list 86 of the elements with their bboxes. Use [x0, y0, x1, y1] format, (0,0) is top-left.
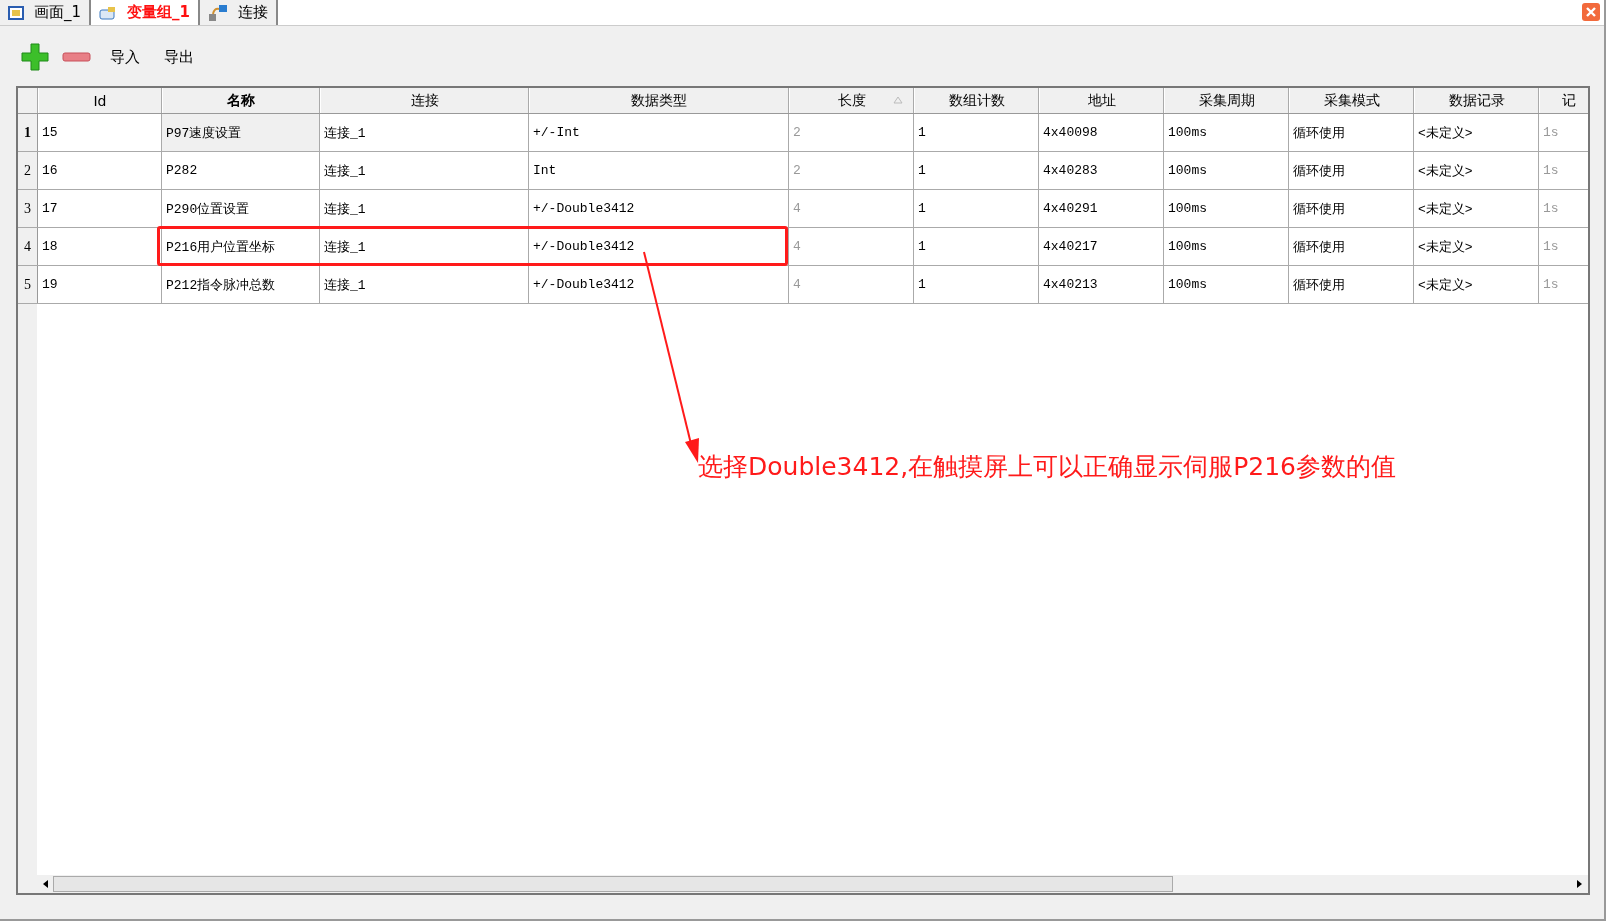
table-cell: 1s — [1539, 114, 1588, 151]
column-header[interactable]: 名称 — [162, 88, 320, 113]
row-number[interactable]: 3 — [18, 190, 38, 227]
table-cell: P97速度设置 — [162, 114, 320, 151]
horizontal-scrollbar[interactable] — [18, 875, 1588, 893]
table-cell: 4x40213 — [1039, 266, 1164, 303]
table-cell: 1 — [914, 190, 1039, 227]
close-button[interactable] — [1582, 3, 1600, 21]
table-cell: +/-Double3412 — [529, 228, 789, 265]
column-header[interactable]: Id — [38, 88, 162, 113]
column-header[interactable]: 连接 — [320, 88, 529, 113]
row-number[interactable]: 4 — [18, 228, 38, 265]
column-header[interactable]: 数据类型 — [529, 88, 789, 113]
table-cell: 100ms — [1164, 266, 1289, 303]
row-number[interactable]: 1 — [18, 114, 38, 151]
table-cell: 18 — [38, 228, 162, 265]
table-cell: 4x40283 — [1039, 152, 1164, 189]
table-cell: 循环使用 — [1289, 228, 1414, 265]
table-cell: 4x40291 — [1039, 190, 1164, 227]
table-cell: 16 — [38, 152, 162, 189]
table-cell: 循环使用 — [1289, 266, 1414, 303]
import-button[interactable]: 导入 — [104, 45, 146, 69]
column-header[interactable]: 地址 — [1039, 88, 1164, 113]
tab[interactable]: 连接 — [200, 0, 278, 25]
table-cell: 连接_1 — [320, 152, 529, 189]
table-cell: +/-Int — [529, 114, 789, 151]
table-cell: 1s — [1539, 190, 1588, 227]
table-cell: <未定义> — [1414, 190, 1539, 227]
plus-icon[interactable] — [20, 42, 50, 72]
folder-icon — [99, 5, 118, 20]
table-cell: 1s — [1539, 152, 1588, 189]
table-cell: 17 — [38, 190, 162, 227]
table-cell: 100ms — [1164, 152, 1289, 189]
table-cell: 1s — [1539, 228, 1588, 265]
sort-icon — [893, 96, 903, 104]
table-cell: 连接_1 — [320, 114, 529, 151]
table-cell: 100ms — [1164, 190, 1289, 227]
table-cell: 1 — [914, 228, 1039, 265]
close-icon — [1586, 7, 1596, 17]
table-cell: 循环使用 — [1289, 114, 1414, 151]
table-cell: 100ms — [1164, 228, 1289, 265]
table-cell: 连接_1 — [320, 190, 529, 227]
table-cell: <未定义> — [1414, 266, 1539, 303]
table-cell: 4 — [789, 228, 914, 265]
row-number[interactable]: 5 — [18, 266, 38, 303]
column-header[interactable]: 采集模式 — [1289, 88, 1414, 113]
table-cell: P282 — [162, 152, 320, 189]
table-cell: 4x40098 — [1039, 114, 1164, 151]
column-header[interactable]: 数据记录 — [1414, 88, 1539, 113]
column-header[interactable]: 长度 — [789, 88, 914, 113]
scroll-left-icon[interactable] — [41, 879, 51, 889]
minus-icon[interactable] — [62, 51, 92, 63]
table-cell: <未定义> — [1414, 152, 1539, 189]
table-cell: 100ms — [1164, 114, 1289, 151]
table-cell: 1s — [1539, 266, 1588, 303]
table-cell: 4 — [789, 266, 914, 303]
network-icon — [208, 3, 228, 22]
table-cell: P212指令脉冲总数 — [162, 266, 320, 303]
annotation-text: 选择Double3412,在触摸屏上可以正确显示伺服P216参数的值 — [698, 451, 1396, 483]
table-cell: Int — [529, 152, 789, 189]
column-header[interactable]: 记 — [1539, 88, 1588, 113]
table-cell: P290位置设置 — [162, 190, 320, 227]
column-header[interactable]: 采集周期 — [1164, 88, 1289, 113]
table-cell: 循环使用 — [1289, 190, 1414, 227]
table-cell: 19 — [38, 266, 162, 303]
row-number[interactable]: 2 — [18, 152, 38, 189]
column-header[interactable]: 数组计数 — [914, 88, 1039, 113]
scroll-right-icon[interactable] — [1574, 879, 1584, 889]
table-cell: 1 — [914, 152, 1039, 189]
table-cell: 循环使用 — [1289, 152, 1414, 189]
table-cell: 2 — [789, 114, 914, 151]
tab[interactable]: 画面_1 — [0, 0, 92, 25]
table-cell: 4 — [789, 190, 914, 227]
export-button[interactable]: 导出 — [158, 45, 200, 69]
table-cell: 1 — [914, 114, 1039, 151]
table-cell: <未定义> — [1414, 228, 1539, 265]
table-cell: P216用户位置坐标 — [162, 228, 320, 265]
table-cell: +/-Double3412 — [529, 266, 789, 303]
table-cell: 连接_1 — [320, 228, 529, 265]
window-icon — [8, 5, 24, 20]
table-cell: 4x40217 — [1039, 228, 1164, 265]
table-cell: +/-Double3412 — [529, 190, 789, 227]
table-cell: 1 — [914, 266, 1039, 303]
table-cell: 连接_1 — [320, 266, 529, 303]
table-cell: <未定义> — [1414, 114, 1539, 151]
table-cell: 2 — [789, 152, 914, 189]
